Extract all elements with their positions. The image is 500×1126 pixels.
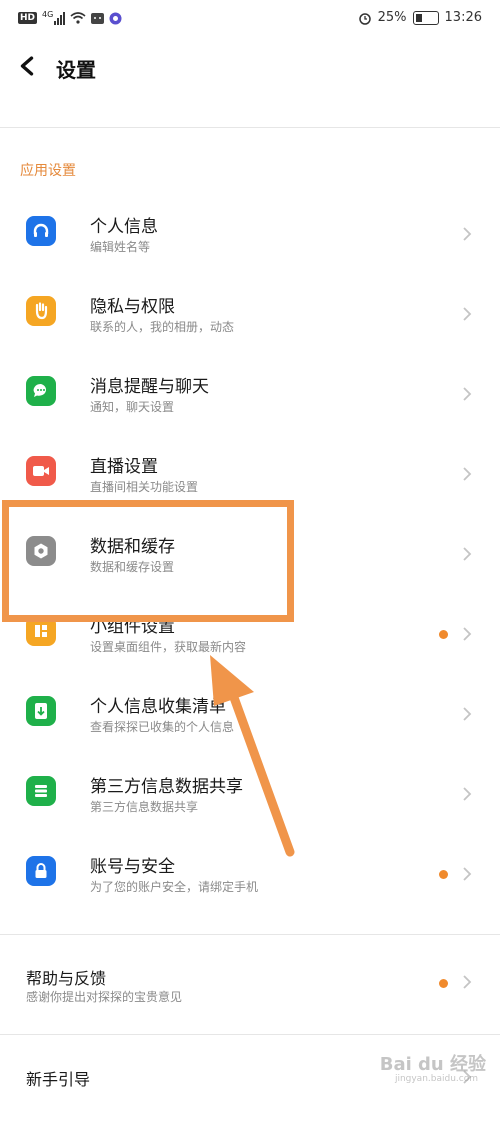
notification-dot — [439, 979, 448, 988]
chevron-left-icon[interactable] — [18, 55, 36, 77]
chevron-right-icon — [463, 227, 472, 241]
row-label: 个人信息 — [90, 217, 158, 237]
app-notification-icon — [109, 12, 122, 24]
settings-row-messages[interactable]: 消息提醒与聊天 通知，聊天设置 — [0, 356, 500, 436]
row-label: 个人信息收集清单 — [90, 697, 226, 717]
settings-row-info-collection[interactable]: 个人信息收集清单 查看探探已收集的个人信息 — [0, 676, 500, 756]
row-subtitle: 设置桌面组件，获取最新内容 — [90, 640, 247, 654]
signal-icon — [54, 11, 66, 25]
status-bar: HD 4G 25% 13:26 — [0, 0, 500, 40]
download-icon — [26, 696, 56, 726]
settings-row-personal-info[interactable]: 个人信息 编辑姓名等 — [0, 196, 500, 276]
wifi-icon — [70, 12, 86, 24]
section-divider — [0, 1034, 500, 1035]
header-divider — [0, 127, 500, 128]
cat-app-icon — [91, 12, 105, 24]
row-label: 第三方信息数据共享 — [90, 777, 243, 797]
chevron-right-icon — [463, 707, 472, 721]
row-label: 新手引导 — [26, 1070, 91, 1089]
notification-dot — [439, 870, 448, 879]
settings-row-account-security[interactable]: 账号与安全 为了您的账户安全，请绑定手机 — [0, 836, 500, 916]
page-header: 设置 — [0, 48, 500, 88]
chevron-right-icon — [463, 867, 472, 881]
row-label: 账号与安全 — [90, 857, 175, 877]
list-icon — [26, 776, 56, 806]
chevron-right-icon — [463, 467, 472, 481]
signal-type: 4G — [42, 9, 54, 19]
hand-icon — [26, 296, 56, 326]
row-label: 帮助与反馈 — [26, 969, 107, 988]
headset-icon — [26, 216, 56, 246]
row-subtitle: 第三方信息数据共享 — [90, 800, 199, 814]
row-label: 直播设置 — [90, 457, 158, 477]
chevron-right-icon — [463, 787, 472, 801]
settings-row-privacy[interactable]: 隐私与权限 联系的人，我的相册，动态 — [0, 276, 500, 356]
page-title: 设置 — [56, 58, 96, 82]
hd-badge: HD — [18, 12, 38, 24]
row-subtitle: 编辑姓名等 — [90, 240, 151, 254]
settings-row-help-feedback[interactable]: 帮助与反馈 感谢你提出对探探的宝贵意见 — [0, 935, 500, 1025]
alarm-icon — [358, 12, 371, 25]
notification-dot — [439, 630, 448, 639]
chevron-right-icon — [463, 547, 472, 561]
row-subtitle: 直播间相关功能设置 — [90, 480, 199, 494]
chevron-right-icon — [463, 307, 472, 321]
row-subtitle: 查看探探已收集的个人信息 — [90, 720, 235, 734]
watermark-url: jingyan.baidu.com — [394, 1074, 478, 1084]
chat-icon — [26, 376, 56, 406]
chevron-right-icon — [463, 975, 472, 989]
annotation-highlight-box — [2, 500, 294, 622]
section-title: 应用设置 — [20, 163, 76, 179]
row-subtitle: 通知，聊天设置 — [90, 400, 175, 414]
row-label: 消息提醒与聊天 — [90, 377, 209, 397]
chevron-right-icon — [463, 627, 472, 641]
video-icon — [26, 456, 56, 486]
row-subtitle: 联系的人，我的相册，动态 — [90, 320, 235, 334]
settings-row-third-party[interactable]: 第三方信息数据共享 第三方信息数据共享 — [0, 756, 500, 836]
chevron-right-icon — [463, 387, 472, 401]
row-label: 隐私与权限 — [90, 297, 175, 317]
watermark-logo: Bai du 经验 — [379, 1054, 486, 1075]
clock-time: 13:26 — [444, 10, 482, 25]
battery-percent: 25% — [377, 10, 407, 25]
row-subtitle: 为了您的账户安全，请绑定手机 — [90, 880, 259, 894]
row-subtitle: 感谢你提出对探探的宝贵意见 — [26, 990, 183, 1004]
battery-icon — [412, 10, 439, 25]
lock-icon — [26, 856, 56, 886]
